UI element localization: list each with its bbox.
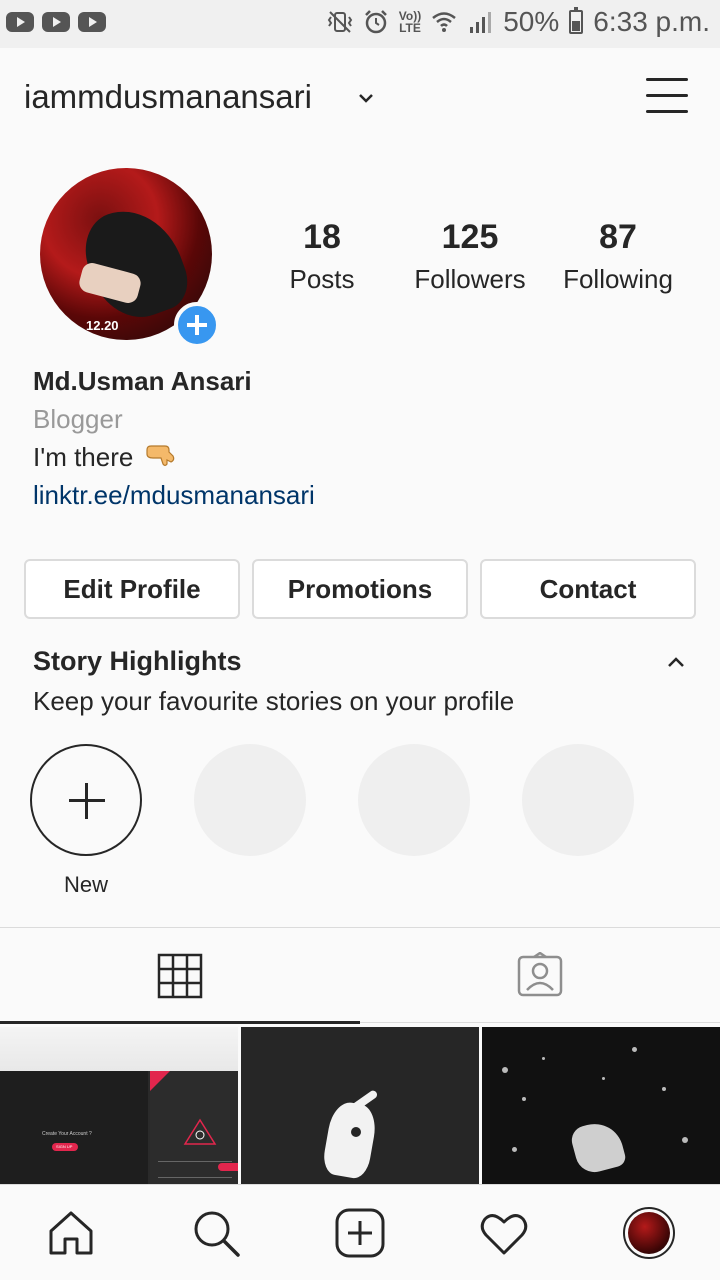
bio-link[interactable]: linktr.ee/mdusmanansari <box>33 476 315 514</box>
followers-count: 125 <box>441 218 499 256</box>
grid-icon <box>157 953 203 999</box>
profile-avatar[interactable] <box>623 1207 675 1259</box>
tab-tagged[interactable] <box>360 928 720 1024</box>
post-button-label: SIGN UP <box>56 1144 73 1149</box>
active-tab-indicator <box>0 1021 360 1024</box>
posts-stat[interactable]: 18 Posts <box>280 216 364 300</box>
display-name: Md.Usman Ansari <box>33 366 252 396</box>
avatar-caption: 12.20 <box>86 318 119 333</box>
tab-grid[interactable] <box>0 928 360 1024</box>
account-switcher[interactable]: iammdusmanansari <box>24 78 312 116</box>
category-label: Blogger <box>33 404 123 434</box>
new-post-icon[interactable] <box>334 1207 386 1259</box>
youtube-icon <box>78 12 106 32</box>
chevron-down-icon[interactable] <box>356 88 376 108</box>
post-caption: Create Your Account ? <box>42 1131 92 1137</box>
post-thumbnail[interactable] <box>241 1027 479 1187</box>
activity-heart-icon[interactable] <box>478 1207 530 1259</box>
followers-stat[interactable]: 125 Followers <box>404 216 536 300</box>
bottom-navigation <box>0 1184 720 1280</box>
posts-label: Posts <box>289 264 355 294</box>
battery-icon <box>569 7 584 34</box>
post-thumbnail[interactable] <box>482 1027 720 1187</box>
highlight-placeholder <box>522 744 634 856</box>
clock: 6:33 p.m. <box>593 6 710 37</box>
bio-line: I'm there <box>33 438 315 476</box>
home-icon[interactable] <box>45 1207 97 1259</box>
followers-label: Followers <box>414 264 526 294</box>
profile-bio: Md.Usman Ansari Blogger I'm there linktr… <box>33 362 315 514</box>
search-icon[interactable] <box>190 1207 242 1259</box>
following-stat[interactable]: 87 Following <box>552 216 684 300</box>
signal-icon <box>470 12 492 33</box>
highlights-title: Story Highlights <box>33 646 242 676</box>
battery-percent: 50% <box>503 6 560 37</box>
pointing-down-hand-icon <box>145 445 174 467</box>
tagged-icon <box>517 952 563 997</box>
bio-text: I'm there <box>33 442 134 472</box>
edit-profile-button[interactable]: Edit Profile <box>24 559 240 619</box>
highlight-placeholder <box>358 744 470 856</box>
highlight-placeholder <box>194 744 306 856</box>
wifi-icon <box>432 12 457 32</box>
youtube-icon <box>42 12 70 32</box>
new-highlight-label: New <box>63 872 108 897</box>
post-thumbnail[interactable]: Create Your Account ? SIGN UP <box>0 1027 238 1187</box>
hamburger-menu-icon[interactable] <box>646 76 690 116</box>
profile-header: iammdusmanansari <box>0 48 720 148</box>
posts-count: 18 <box>303 218 341 256</box>
tab-divider <box>360 1022 720 1023</box>
alarm-icon <box>364 10 387 34</box>
vibrate-icon <box>327 11 352 33</box>
new-highlight-button[interactable] <box>30 744 142 856</box>
status-bar: Vo)) LTE 50% 6:33 p.m. <box>0 0 720 48</box>
chevron-up-icon[interactable] <box>664 652 688 672</box>
following-count: 87 <box>599 218 637 256</box>
youtube-icon <box>6 12 34 32</box>
following-label: Following <box>563 264 673 294</box>
lte-label: LTE <box>399 21 421 35</box>
system-icons: Vo)) LTE 50% 6:33 p.m. <box>327 6 710 38</box>
notification-icons <box>6 12 106 32</box>
volte-icon: Vo)) LTE <box>399 10 421 34</box>
highlights-subtitle: Keep your favourite stories on your prof… <box>33 686 515 716</box>
add-story-plus-icon[interactable] <box>174 302 220 348</box>
promotions-button[interactable]: Promotions <box>252 559 468 619</box>
contact-button[interactable]: Contact <box>480 559 696 619</box>
